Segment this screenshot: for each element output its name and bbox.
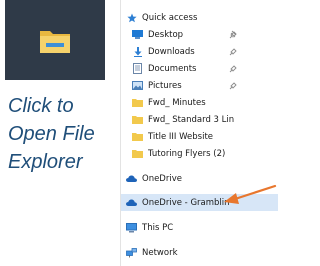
nav-label: This PC xyxy=(142,222,174,233)
folder-icon xyxy=(132,97,143,108)
file-explorer-taskbar-button[interactable] xyxy=(5,0,105,80)
caption-line-3: Explorer xyxy=(8,151,83,173)
nav-label: Desktop xyxy=(148,29,184,40)
nav-item-title-iii-website[interactable]: Title III Website xyxy=(121,128,278,145)
download-arrow-icon xyxy=(132,46,143,57)
nav-label: Downloads xyxy=(148,46,195,57)
cloud-icon xyxy=(126,173,137,184)
nav-label: Title III Website xyxy=(148,131,214,142)
nav-item-tutoring-flyers[interactable]: Tutoring Flyers (2) xyxy=(121,145,278,162)
file-explorer-icon xyxy=(40,31,70,53)
nav-item-quick-access[interactable]: Quick access xyxy=(121,9,278,26)
nav-item-documents[interactable]: Documents xyxy=(121,60,278,77)
nav-label: Fwd_ Minutes xyxy=(148,97,206,108)
nav-item-fwd-minutes[interactable]: Fwd_ Minutes xyxy=(121,94,278,111)
nav-item-this-pc[interactable]: This PC xyxy=(121,219,278,236)
nav-label: Tutoring Flyers (2) xyxy=(148,148,226,159)
nav-label: Documents xyxy=(148,63,197,74)
pictures-icon xyxy=(132,80,143,91)
nav-label: OneDrive xyxy=(142,173,182,184)
folder-icon xyxy=(132,131,143,142)
nav-item-fwd-standard[interactable]: Fwd_ Standard 3 Lin xyxy=(121,111,278,128)
pin-icon xyxy=(229,48,237,56)
caption-line-1: Click to xyxy=(8,95,74,117)
nav-label: Quick access xyxy=(142,12,198,23)
instruction-caption: Click to Open File Explorer xyxy=(8,92,118,176)
navigation-pane: Quick access Desktop Downloads Documents… xyxy=(121,0,278,266)
nav-item-pictures[interactable]: Pictures xyxy=(121,77,278,94)
folder-icon xyxy=(132,114,143,125)
nav-label: Network xyxy=(142,247,178,258)
nav-item-onedrive-organization[interactable]: OneDrive - Gramblin xyxy=(121,194,278,211)
pin-icon xyxy=(229,82,237,90)
nav-item-onedrive[interactable]: OneDrive xyxy=(121,170,278,187)
network-icon xyxy=(126,247,137,258)
nav-item-downloads[interactable]: Downloads xyxy=(121,43,278,60)
pin-icon xyxy=(229,30,237,39)
nav-label: Pictures xyxy=(148,80,182,91)
nav-label: OneDrive - Gramblin xyxy=(142,197,230,208)
nav-item-desktop[interactable]: Desktop xyxy=(121,26,278,43)
document-icon xyxy=(132,63,143,74)
computer-icon xyxy=(126,222,137,233)
caption-line-2: Open File xyxy=(8,123,95,145)
star-icon xyxy=(126,12,137,23)
pin-icon xyxy=(229,65,237,73)
nav-label: Fwd_ Standard 3 Lin xyxy=(148,114,235,125)
folder-icon xyxy=(132,148,143,159)
cloud-icon xyxy=(126,197,137,208)
desktop-icon xyxy=(132,29,143,40)
nav-item-network[interactable]: Network xyxy=(121,244,278,261)
